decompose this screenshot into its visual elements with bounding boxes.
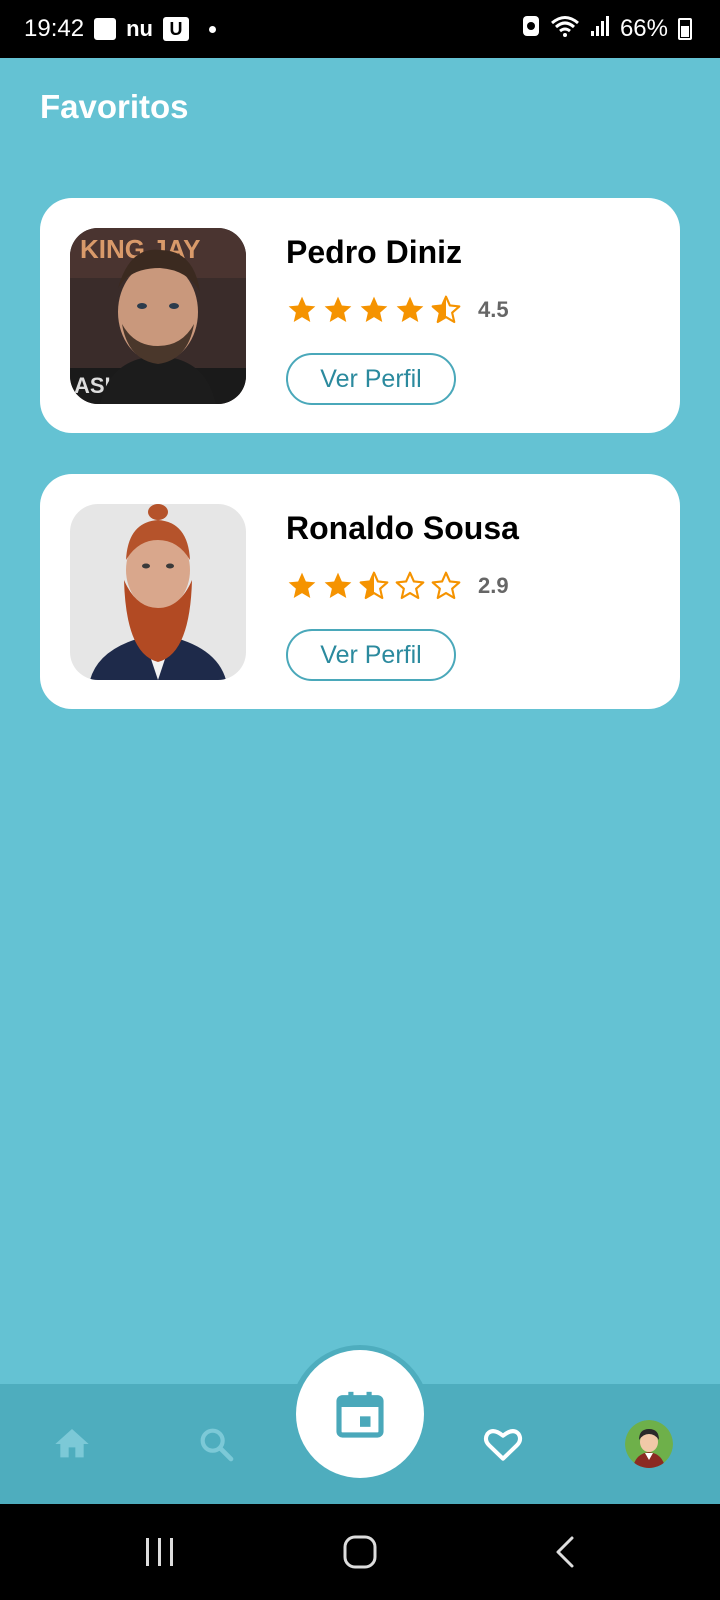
barber-photo <box>70 504 246 680</box>
star-full-icon <box>360 296 388 322</box>
star-full-icon <box>324 296 352 322</box>
profile-avatar <box>625 1420 673 1468</box>
home-icon <box>55 1429 89 1458</box>
view-profile-button[interactable]: Ver Perfil <box>286 353 456 405</box>
nav-profile[interactable] <box>619 1414 679 1474</box>
barber-name: Ronaldo Sousa <box>286 510 519 546</box>
recents-icon <box>146 1538 173 1566</box>
nav-home[interactable] <box>42 1414 102 1474</box>
star-full-icon <box>324 572 352 598</box>
star-half-icon <box>431 295 461 324</box>
search-icon <box>200 1428 234 1462</box>
home-circle-icon <box>343 1535 377 1569</box>
star-full-icon <box>288 296 316 322</box>
battery-text: 66% <box>619 15 668 42</box>
system-nav-bar <box>0 1504 720 1600</box>
barber-photo: KING JAY ASI <box>70 228 246 404</box>
barber-name: Pedro Diniz <box>286 234 463 270</box>
nav-favorites[interactable] <box>473 1414 533 1474</box>
rating-value: 4.5 <box>478 297 509 322</box>
heart-icon <box>483 1429 523 1461</box>
gallery-icon <box>94 18 117 40</box>
status-time: 19:42 <box>24 15 85 42</box>
rating-value: 2.9 <box>478 573 509 598</box>
battery-icon <box>678 18 692 40</box>
screen: 19:42 nu U 66% Favoritos KING JAY ASI Pe… <box>0 0 720 1600</box>
star-full-icon <box>288 572 316 598</box>
star-half-icon <box>359 571 389 600</box>
favorite-card: Ronaldo Sousa 2.9 Ver Perfil <box>40 474 680 709</box>
view-profile-button[interactable]: Ver Perfil <box>286 629 456 681</box>
rating-row: 4.5 <box>286 294 509 326</box>
calendar-icon <box>336 1391 384 1438</box>
rating-row: 2.9 <box>286 570 509 602</box>
notification-dot-icon <box>208 25 216 33</box>
star-empty-icon <box>395 571 425 600</box>
schedule-button[interactable] <box>296 1350 424 1478</box>
recents-button[interactable] <box>130 1532 190 1572</box>
page-title: Favoritos <box>40 88 189 125</box>
signal-icon <box>590 15 610 44</box>
nav-search[interactable] <box>186 1414 246 1474</box>
home-button[interactable] <box>330 1532 390 1572</box>
vpn-icon <box>522 15 540 44</box>
wifi-icon <box>550 14 580 45</box>
favorite-card: KING JAY ASI Pedro Diniz 4.5 Ver Perfil <box>40 198 680 433</box>
status-right: 66% <box>522 14 692 45</box>
star-empty-icon <box>431 571 461 600</box>
status-left: 19:42 nu U <box>24 15 216 43</box>
u-app-icon: U <box>162 17 189 41</box>
star-full-icon <box>396 296 424 322</box>
back-icon <box>556 1536 574 1568</box>
status-bar: 19:42 nu U 66% <box>0 0 720 58</box>
nubank-icon: nu <box>126 16 153 41</box>
back-button[interactable] <box>535 1532 595 1572</box>
